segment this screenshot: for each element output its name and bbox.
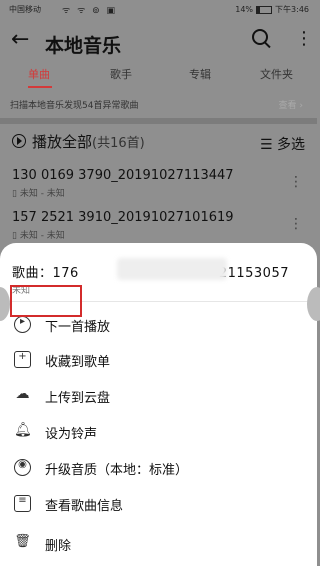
tab-artist[interactable]: 歌手 [110, 66, 132, 82]
sheet-title-prefix: 歌曲：176 [12, 266, 79, 281]
song-more-icon[interactable]: ⋮ [289, 216, 303, 232]
play-all-label: 播放全部 [32, 133, 93, 151]
add-to-playlist-icon: + [14, 351, 31, 368]
song-title: 130 0169 3790_20191027113447 [12, 168, 234, 183]
list-item[interactable]: 157 2521 3910_20191027101619 ▯ 未知 - 未知 [12, 210, 234, 241]
song-count: (共16首) [92, 136, 145, 151]
more-vertical-icon[interactable]: ⋮ [295, 28, 313, 49]
clock: 下午3:46 [275, 5, 309, 14]
quality-icon: ◉ [14, 459, 31, 476]
action-label: 设为铃声 [45, 427, 98, 442]
battery-percent: 14% [235, 5, 254, 14]
search-icon[interactable] [252, 29, 268, 45]
action-label: 删除 [45, 539, 72, 554]
tab-single[interactable]: 单曲 [28, 66, 50, 82]
list-check-icon: ☰ [259, 137, 277, 153]
action-label: 上传到云盘 [45, 391, 111, 406]
list-item[interactable]: 130 0169 3790_20191027113447 ▯ 未知 - 未知 [12, 168, 234, 199]
tab-bar: 单曲 歌手 专辑 文件夹 [0, 66, 317, 90]
bell-icon: 🔔︎ [14, 422, 32, 438]
tab-folder[interactable]: 文件夹 [260, 66, 293, 82]
action-label: 下一首播放 [45, 320, 111, 335]
song-subtitle: ▯ 未知 - 未知 [12, 189, 65, 199]
sheet-title-suffix: 21153057 [218, 266, 289, 281]
delete-highlight-box [10, 285, 82, 317]
status-bar: 中国移动 ᯤ ᯤ ⊚ ▣ 14% 下午3:46 [0, 0, 317, 18]
scan-notice: 扫描本地音乐发现54首异常歌曲 [10, 101, 139, 111]
song-title: 157 2521 3910_20191027101619 [12, 210, 234, 225]
page-title: 本地音乐 [45, 35, 122, 57]
multi-select-button[interactable]: ☰ 多选 [260, 134, 305, 154]
screen: 中国移动 ᯤ ᯤ ⊚ ▣ 14% 下午3:46 ← 本地音乐 ⋮ 单曲 歌手 专辑… [0, 0, 320, 566]
info-doc-icon: ≡ [14, 495, 31, 512]
signal-icons: ᯤ ᯤ ⊚ ▣ [62, 6, 118, 16]
play-next-icon: ▸ [14, 316, 31, 333]
right-edge-handle [307, 287, 320, 321]
multi-select-label: 多选 [277, 137, 305, 153]
play-all-button[interactable]: 播放全部(共16首) [12, 131, 145, 152]
tab-active-indicator [28, 86, 52, 88]
tab-album[interactable]: 专辑 [189, 66, 211, 82]
arrow-left-icon[interactable]: ← [11, 27, 29, 52]
scan-view-link[interactable]: 查看 › [279, 98, 303, 111]
song-more-icon[interactable]: ⋮ [289, 174, 303, 190]
song-subtitle: ▯ 未知 - 未知 [12, 231, 65, 241]
trash-icon: 🗑︎ [14, 534, 31, 549]
app-bar: ← 本地音乐 ⋮ [0, 26, 317, 57]
action-label: 升级音质（本地：标准） [45, 463, 189, 478]
action-label: 收藏到歌单 [45, 355, 111, 370]
redacted-number [117, 258, 227, 280]
cloud-upload-icon: ☁ [15, 386, 30, 402]
divider [0, 118, 317, 124]
play-circle-icon [12, 134, 26, 148]
battery-icon [256, 5, 273, 14]
action-label: 查看歌曲信息 [45, 499, 124, 514]
status-right: 14% 下午3:46 [235, 4, 309, 15]
carrier-label: 中国移动 [9, 5, 41, 14]
